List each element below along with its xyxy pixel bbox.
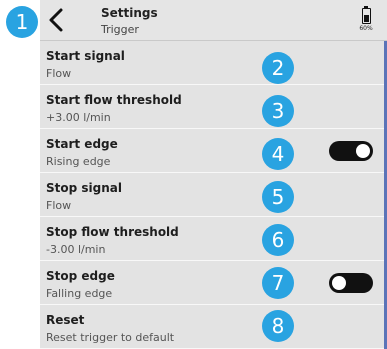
device-screen: Settings Trigger 60% Start signal Flow S…	[40, 0, 387, 349]
callout-7: 7	[262, 267, 294, 299]
setting-stop-signal[interactable]: Stop signal Flow	[40, 173, 387, 217]
setting-value: Falling edge	[46, 287, 113, 300]
callout-3: 3	[262, 95, 294, 127]
setting-stop-flow-threshold[interactable]: Stop flow threshold -3.00 l/min	[40, 217, 387, 261]
settings-list: Start signal Flow Start flow threshold +…	[40, 41, 387, 349]
setting-value: Flow	[46, 199, 72, 212]
setting-value: Rising edge	[46, 155, 111, 168]
setting-label: Start edge	[46, 137, 118, 151]
setting-label: Reset	[46, 313, 85, 327]
setting-start-edge[interactable]: Start edge Rising edge	[40, 129, 387, 173]
setting-label: Stop signal	[46, 181, 122, 195]
battery-percent: 60%	[359, 25, 373, 32]
callout-1: 1	[6, 6, 38, 38]
callout-5: 5	[262, 181, 294, 213]
chevron-left-icon	[49, 8, 63, 32]
toggle-knob	[356, 144, 370, 158]
setting-stop-edge[interactable]: Stop edge Falling edge	[40, 261, 387, 305]
setting-label: Stop edge	[46, 269, 115, 283]
page-subtitle: Trigger	[101, 23, 139, 36]
callout-4: 4	[262, 138, 294, 170]
battery-icon: 60%	[359, 6, 373, 34]
setting-value: -3.00 l/min	[46, 243, 106, 256]
setting-start-signal[interactable]: Start signal Flow	[40, 41, 387, 85]
page-title: Settings	[101, 6, 158, 20]
setting-reset[interactable]: Reset Reset trigger to default	[40, 305, 387, 349]
toggle-knob	[332, 276, 346, 290]
setting-label: Stop flow threshold	[46, 225, 179, 239]
setting-label: Start signal	[46, 49, 125, 63]
header-bar: Settings Trigger 60%	[40, 0, 387, 41]
setting-value: +3.00 l/min	[46, 111, 111, 124]
setting-value: Reset trigger to default	[46, 331, 175, 344]
callout-2: 2	[262, 52, 294, 84]
setting-start-flow-threshold[interactable]: Start flow threshold +3.00 l/min	[40, 85, 387, 129]
setting-value: Flow	[46, 67, 72, 80]
callout-6: 6	[262, 224, 294, 256]
callout-8: 8	[262, 310, 294, 342]
back-button[interactable]	[46, 7, 68, 33]
setting-label: Start flow threshold	[46, 93, 182, 107]
start-edge-toggle[interactable]	[329, 141, 373, 161]
stop-edge-toggle[interactable]	[329, 273, 373, 293]
